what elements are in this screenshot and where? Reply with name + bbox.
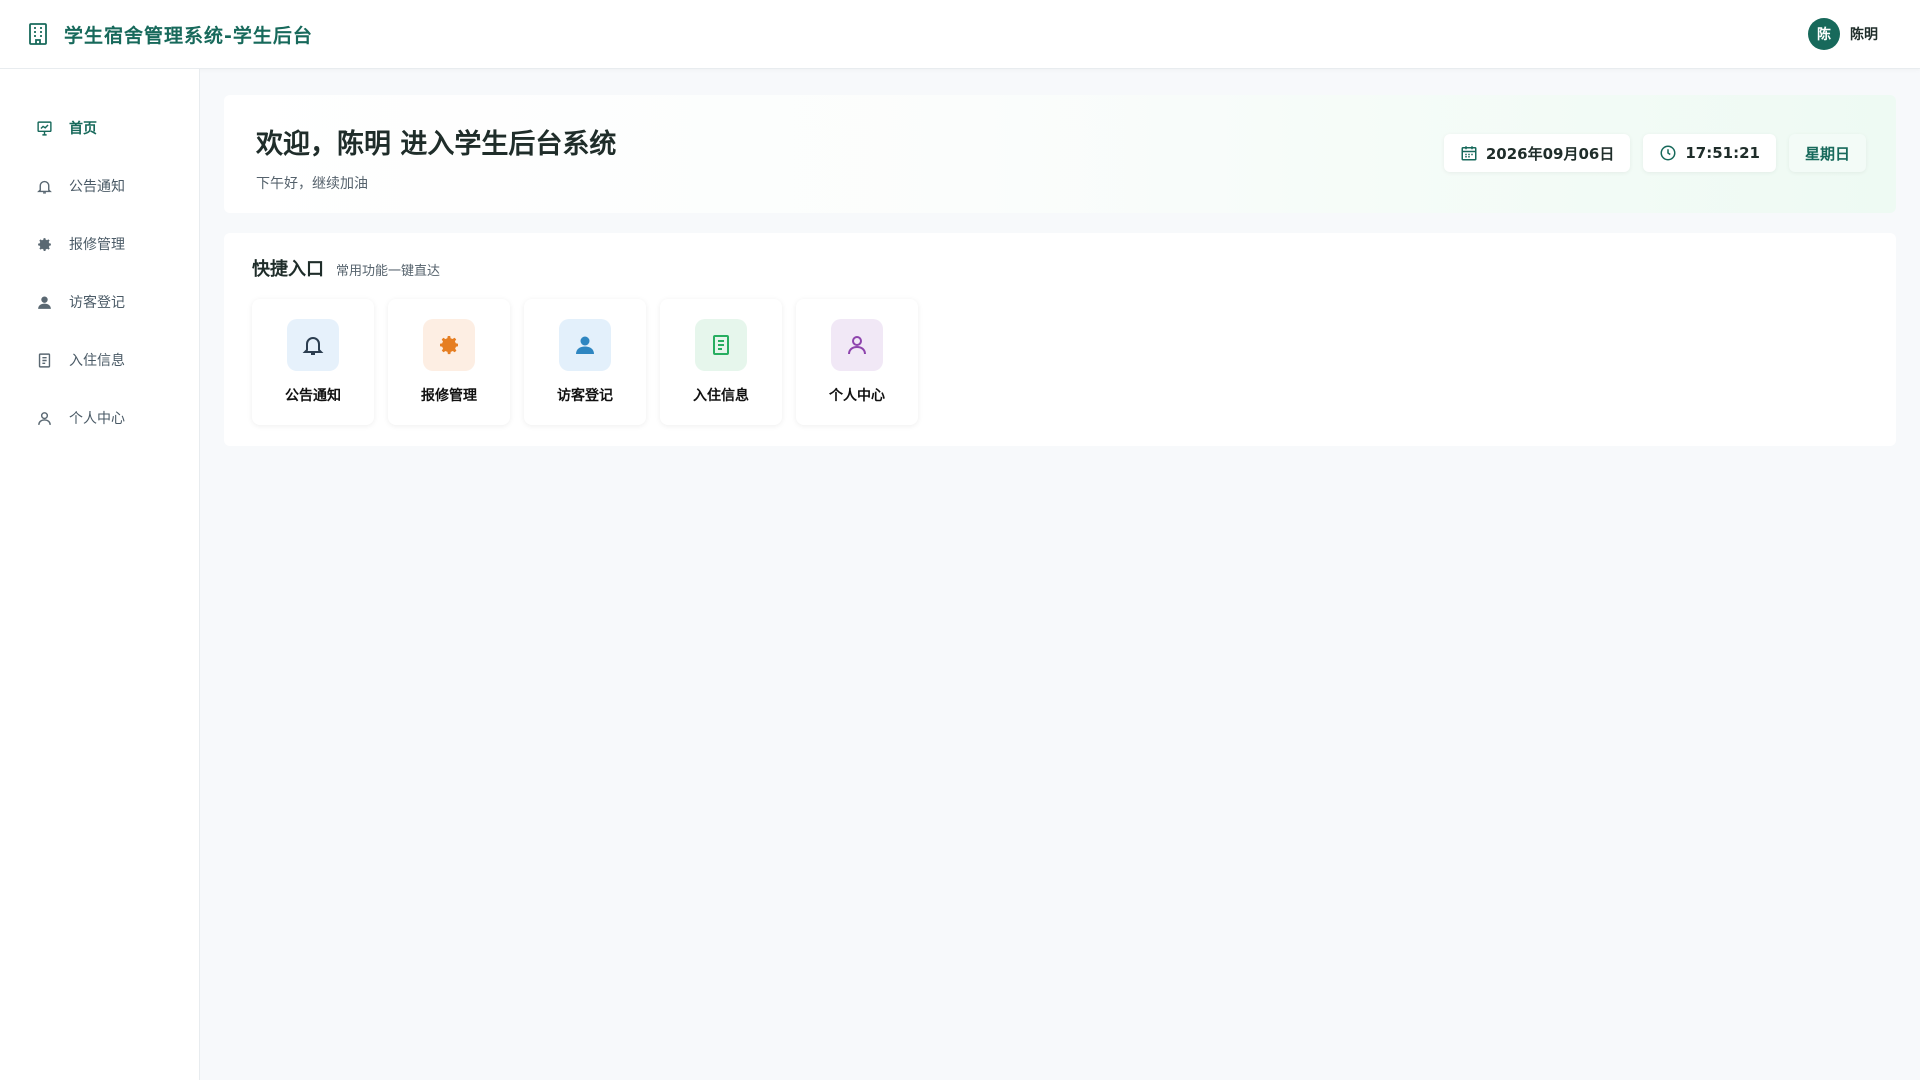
user-filled-icon — [35, 293, 53, 311]
welcome-subtitle: 下午好，继续加油 — [256, 175, 368, 192]
sidebar-item-label: 访客登记 — [69, 295, 125, 311]
calendar-icon — [1460, 144, 1478, 162]
welcome-text: 欢迎，陈明 进入学生后台系统 下午好，继续加油 — [256, 116, 616, 193]
user-menu[interactable]: 陈 陈明 — [1808, 18, 1878, 50]
quick-card-repair[interactable]: 报修管理 — [388, 299, 510, 425]
time-text: 17:51:21 — [1685, 144, 1760, 162]
quick-access-title: 快捷入口 — [252, 259, 324, 280]
quick-cards: 公告通知 报修管理 访客登记 入住信息 个人中心 — [252, 299, 1868, 425]
welcome-banner: 欢迎，陈明 进入学生后台系统 下午好，继续加油 2026年09月06日 17:5… — [224, 95, 1896, 213]
document-icon — [35, 351, 53, 369]
main-content: 欢迎，陈明 进入学生后台系统 下午好，继续加油 2026年09月06日 17:5… — [224, 95, 1896, 446]
user-outline-icon — [831, 319, 883, 371]
top-header: 学生宿舍管理系统-学生后台 陈 陈明 — [0, 0, 1920, 69]
quick-card-visitors[interactable]: 访客登记 — [524, 299, 646, 425]
user-outline-icon — [35, 409, 53, 427]
quick-access-panel: 快捷入口 常用功能一键直达 公告通知 报修管理 访客登记 入住信息 个人中心 — [224, 233, 1896, 446]
sidebar-item-repair[interactable]: 报修管理 — [0, 215, 199, 273]
gear-icon — [35, 235, 53, 253]
sidebar-item-visitors[interactable]: 访客登记 — [0, 273, 199, 331]
clock-icon — [1659, 144, 1677, 162]
sidebar-item-notices[interactable]: 公告通知 — [0, 157, 199, 215]
quick-access-header: 快捷入口 常用功能一键直达 — [252, 255, 1868, 281]
gear-icon — [423, 319, 475, 371]
user-filled-icon — [559, 319, 611, 371]
sidebar-item-label: 入住信息 — [69, 353, 125, 369]
quick-card-label: 入住信息 — [693, 388, 749, 404]
document-icon — [695, 319, 747, 371]
sidebar-item-label: 首页 — [69, 121, 97, 137]
building-icon — [26, 22, 50, 46]
welcome-title: 欢迎，陈明 进入学生后台系统 — [256, 128, 617, 160]
date-text: 2026年09月06日 — [1485, 144, 1615, 163]
quick-card-profile[interactable]: 个人中心 — [796, 299, 918, 425]
sidebar-item-label: 公告通知 — [69, 179, 125, 195]
sidebar-item-checkin[interactable]: 入住信息 — [0, 331, 199, 389]
quick-card-label: 报修管理 — [421, 388, 477, 404]
quick-card-label: 公告通知 — [285, 388, 341, 404]
quick-card-label: 访客登记 — [557, 388, 613, 404]
brand: 学生宿舍管理系统-学生后台 — [26, 21, 313, 48]
presentation-chart-icon — [35, 119, 53, 137]
time-pill: 17:51:21 — [1643, 134, 1776, 172]
sidebar-item-profile[interactable]: 个人中心 — [0, 389, 199, 447]
date-pill: 2026年09月06日 — [1443, 134, 1631, 172]
bell-icon — [35, 177, 53, 195]
weekday-pill: 星期日 — [1788, 134, 1866, 172]
quick-card-checkin[interactable]: 入住信息 — [660, 299, 782, 425]
sidebar-item-label: 个人中心 — [69, 411, 125, 427]
sidebar-item-label: 报修管理 — [69, 237, 125, 253]
app-title: 学生宿舍管理系统-学生后台 — [64, 24, 313, 47]
quick-card-label: 个人中心 — [829, 388, 885, 404]
bell-icon — [287, 319, 339, 371]
avatar[interactable]: 陈 — [1808, 18, 1840, 50]
weekday-text: 星期日 — [1804, 144, 1850, 163]
user-name[interactable]: 陈明 — [1850, 24, 1878, 44]
quick-access-subtitle: 常用功能一键直达 — [336, 264, 441, 279]
sidebar-item-home[interactable]: 首页 — [0, 99, 199, 157]
sidebar: 首页 公告通知 报修管理 访客登记 入住信息 个人中心 — [0, 69, 200, 1080]
quick-card-notices[interactable]: 公告通知 — [252, 299, 374, 425]
datetime-pills: 2026年09月06日 17:51:21 星期日 — [1443, 134, 1866, 172]
